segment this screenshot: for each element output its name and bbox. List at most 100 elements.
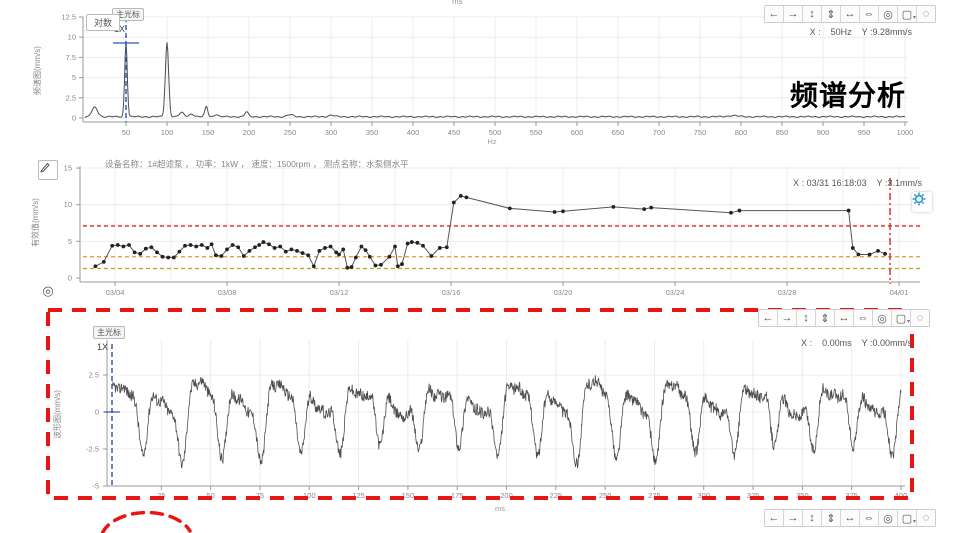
gear-icon: [912, 192, 926, 206]
reset-view-icon: ◎: [883, 512, 893, 525]
autoscale-y-button[interactable]: ↕: [803, 510, 822, 526]
reset-view-button[interactable]: ◎: [873, 310, 892, 326]
zoom-x-button[interactable]: ⇔: [860, 6, 879, 22]
svg-text:5: 5: [68, 237, 72, 246]
svg-text:150: 150: [202, 128, 215, 137]
pan-left-button[interactable]: ←: [765, 510, 784, 526]
svg-text:03/12: 03/12: [330, 288, 349, 297]
wave-readout-x-label: X :: [801, 338, 812, 348]
svg-text:0: 0: [95, 408, 99, 417]
settings-button[interactable]: ◌: [911, 310, 929, 326]
edit-button[interactable]: [38, 160, 58, 180]
trend-readout-y: Y :3.1mm/s: [877, 178, 922, 188]
settings-button[interactable]: ◌: [917, 510, 935, 526]
zoom-x-icon: ⇔: [858, 312, 869, 324]
readout-x-label: X :: [810, 27, 821, 37]
box-zoom-button[interactable]: ▢▾: [898, 6, 917, 22]
wave-main-cursor-label: 主光标: [97, 328, 121, 337]
pan-right-icon: →: [788, 512, 799, 524]
trend-plot[interactable]: 05101503/0403/0803/1203/1603/2003/2403/2…: [0, 152, 960, 304]
svg-text:10: 10: [68, 33, 76, 42]
target-icon: ◎: [42, 283, 53, 299]
svg-text:750: 750: [694, 128, 707, 137]
zoom-y-icon: ⇕: [826, 512, 835, 525]
measurement-info-header: 设备名称：1#超滤泵 ， 功率：1kW ， 速度：1500rpm ， 测点名称：…: [105, 158, 409, 170]
trend-settings-button[interactable]: [912, 192, 932, 212]
zoom-y-button[interactable]: ⇕: [822, 510, 841, 526]
svg-text:175: 175: [451, 491, 464, 500]
trend-y-axis-label: 有效值(mm/s): [30, 198, 41, 247]
box-zoom-button[interactable]: ▢▾: [892, 310, 911, 326]
trend-target-button[interactable]: ◎: [40, 283, 56, 299]
autoscale-x-button[interactable]: ↔: [841, 510, 860, 526]
trend-section: 05101503/0403/0803/1203/1603/2003/2403/2…: [0, 152, 960, 304]
svg-text:0: 0: [72, 114, 76, 123]
spectrum-cursor-readout: X :50HzY :9.28mm/s: [800, 27, 912, 37]
pan-left-button[interactable]: ←: [759, 310, 778, 326]
wave-harmonic-1x-label: 1X: [97, 342, 108, 352]
box-zoom-icon: ▢: [902, 512, 912, 525]
svg-text:900: 900: [817, 128, 830, 137]
svg-text:100: 100: [161, 128, 174, 137]
caret-icon: ▾: [907, 318, 910, 325]
pan-right-icon: →: [782, 312, 793, 324]
autoscale-y-button[interactable]: ↕: [797, 310, 816, 326]
pencil-icon: [39, 161, 51, 173]
svg-text:700: 700: [653, 128, 666, 137]
svg-text:12.5: 12.5: [61, 13, 76, 22]
waveform-toolbar: ← → ↕ ⇕↔ ⇔ ◎▢▾◌: [758, 309, 930, 327]
autoscale-y-button[interactable]: ↕: [803, 6, 822, 22]
waveform-section: 2.50-2.5-5255075100125150175200225250275…: [0, 304, 960, 533]
waveform-cursor-readout: X :0.00msY :0.00mm/s: [791, 338, 912, 348]
svg-text:550: 550: [530, 128, 543, 137]
svg-text:10: 10: [64, 200, 72, 209]
spectrum-section: 02.557.51012.550100150200250300350400450…: [0, 0, 960, 152]
settings-icon: ◌: [923, 512, 930, 524]
pan-right-button[interactable]: →: [784, 6, 803, 22]
red-circle-annotation: [90, 504, 200, 533]
log-scale-button[interactable]: 对数: [86, 14, 120, 31]
svg-text:ms: ms: [495, 504, 505, 513]
svg-text:15: 15: [64, 164, 72, 173]
reset-view-icon: ◎: [883, 8, 893, 21]
svg-text:0: 0: [68, 274, 72, 283]
svg-text:1000: 1000: [897, 128, 914, 137]
box-zoom-button[interactable]: ▢▾: [898, 510, 917, 526]
svg-text:03/20: 03/20: [554, 288, 573, 297]
settings-button[interactable]: ◌: [917, 6, 935, 22]
autoscale-y-icon: ↕: [803, 312, 809, 324]
caret-icon: ▾: [913, 14, 916, 21]
svg-text:500: 500: [489, 128, 502, 137]
autoscale-x-button[interactable]: ↔: [835, 310, 854, 326]
svg-text:400: 400: [407, 128, 420, 137]
svg-text:03/04: 03/04: [106, 288, 125, 297]
svg-text:5: 5: [72, 73, 76, 82]
pan-left-icon: ←: [763, 312, 774, 324]
pan-right-button[interactable]: →: [778, 310, 797, 326]
zoom-x-button[interactable]: ⇔: [854, 310, 873, 326]
waveform-y-axis-label: 波形图(mm/s): [52, 390, 63, 439]
page-title: 频谱分析: [790, 74, 906, 114]
svg-text:04/01: 04/01: [890, 288, 909, 297]
zoom-x-button[interactable]: ⇔: [860, 510, 879, 526]
svg-text:03/16: 03/16: [442, 288, 461, 297]
svg-text:-5: -5: [92, 482, 99, 491]
svg-text:Hz: Hz: [487, 137, 496, 146]
svg-text:50: 50: [122, 128, 130, 137]
reset-view-button[interactable]: ◎: [879, 510, 898, 526]
log-scale-label: 对数: [94, 16, 112, 29]
zoom-x-icon: ⇔: [864, 8, 875, 20]
pan-left-button[interactable]: ←: [765, 6, 784, 22]
svg-text:850: 850: [776, 128, 789, 137]
svg-text:250: 250: [284, 128, 297, 137]
svg-text:450: 450: [448, 128, 461, 137]
bottom-toolbar: ← → ↕ ⇕ ↔⇔ ◎ ▢▾ ◌: [764, 509, 936, 527]
zoom-y-button[interactable]: ⇕: [822, 6, 841, 22]
reset-view-button[interactable]: ◎: [879, 6, 898, 22]
autoscale-x-button[interactable]: ↔: [841, 6, 860, 22]
zoom-y-button[interactable]: ⇕: [816, 310, 835, 326]
wave-main-cursor-flag[interactable]: 主光标: [93, 326, 125, 339]
wave-readout-y: Y :0.00mm/s: [862, 338, 912, 348]
svg-text:03/08: 03/08: [218, 288, 237, 297]
pan-right-button[interactable]: →: [784, 510, 803, 526]
